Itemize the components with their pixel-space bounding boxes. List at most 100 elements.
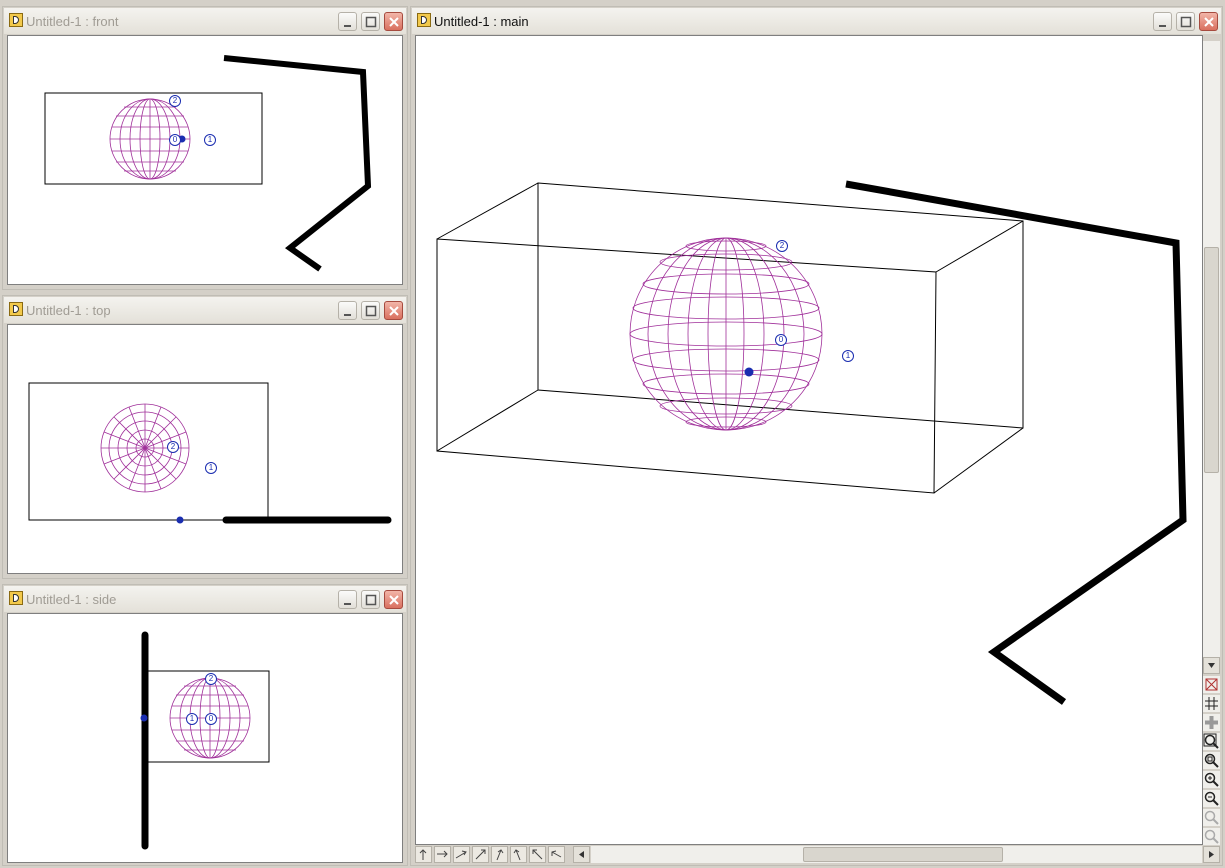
rotate-up-button[interactable] — [491, 846, 508, 863]
app-icon — [9, 302, 23, 316]
top-viewport[interactable]: 2 1 — [7, 324, 403, 574]
zoom-in-button[interactable] — [1203, 771, 1220, 788]
zoom-out-button[interactable] — [1203, 790, 1220, 807]
wireframe-sphere — [629, 237, 823, 431]
main-view-titlebar[interactable]: Untitled-1 : main — [412, 8, 1221, 34]
maximize-button[interactable] — [361, 301, 380, 320]
scroll-right-button[interactable] — [1203, 846, 1220, 863]
window-title: Untitled-1 : top — [26, 303, 111, 318]
zoom-in-icon — [1204, 772, 1219, 787]
move-diag-up-icon — [475, 849, 486, 860]
window-title: Untitled-1 : side — [26, 592, 117, 607]
move-right-button[interactable] — [434, 846, 451, 863]
front-scene — [44, 55, 372, 272]
zoom-fit-button[interactable] — [1203, 733, 1220, 750]
zoom-reset-button[interactable] — [1203, 809, 1220, 826]
close-button[interactable] — [384, 12, 403, 31]
move-left-button[interactable] — [548, 846, 565, 863]
motion-path — [223, 55, 372, 272]
point-label-2[interactable]: 2 — [169, 95, 181, 107]
bounding-box-3d — [436, 182, 1024, 494]
app-icon — [417, 13, 431, 27]
point-label-1[interactable]: 1 — [204, 134, 216, 146]
close-button[interactable] — [384, 590, 403, 609]
maximize-button[interactable] — [361, 12, 380, 31]
point-label-1[interactable]: 1 — [842, 350, 854, 362]
window-title: Untitled-1 : main — [434, 14, 529, 29]
close-button[interactable] — [1199, 12, 1218, 31]
chevron-left-icon — [579, 851, 584, 858]
maximize-icon — [1180, 16, 1192, 28]
top-view-window: Untitled-1 : top 2 1 — [2, 295, 408, 579]
main-viewport[interactable]: 2 0 1 — [415, 35, 1203, 845]
move-diag-right-button[interactable] — [453, 846, 470, 863]
chevron-right-icon — [1209, 851, 1214, 858]
pivot-handle[interactable] — [176, 516, 184, 524]
window-title: Untitled-1 : front — [26, 14, 119, 29]
side-scene — [140, 631, 270, 850]
maximize-button[interactable] — [361, 590, 380, 609]
maximize-icon — [365, 305, 377, 317]
side-viewport[interactable]: 2 1 0 — [7, 613, 403, 863]
rotate-up-icon — [496, 849, 504, 861]
crosshair-icon — [1205, 716, 1218, 729]
app-icon — [9, 13, 23, 27]
move-left-icon — [551, 850, 562, 858]
minimize-button[interactable] — [338, 12, 357, 31]
point-label-2[interactable]: 2 — [167, 441, 179, 453]
minimize-icon — [344, 25, 351, 27]
pivot-handle[interactable] — [744, 367, 754, 377]
minimize-button[interactable] — [338, 301, 357, 320]
minimize-icon — [344, 314, 351, 316]
horizontal-scrollbar[interactable] — [591, 846, 1202, 863]
maximize-icon — [365, 16, 377, 28]
point-label-2[interactable]: 2 — [776, 240, 788, 252]
front-view-window: Untitled-1 : front 2 0 1 — [2, 6, 408, 290]
move-up-button[interactable] — [415, 846, 432, 863]
scroll-down-button[interactable] — [1203, 657, 1220, 674]
side-view-titlebar[interactable]: Untitled-1 : side — [4, 586, 406, 612]
close-icon — [389, 17, 399, 27]
pivot-handle[interactable] — [140, 714, 148, 722]
move-diag-up-button[interactable] — [472, 846, 489, 863]
point-label-1[interactable]: 1 — [186, 713, 198, 725]
scroll-left-button[interactable] — [573, 846, 590, 863]
main-view-window: Untitled-1 : main 2 0 1 — [410, 6, 1223, 866]
close-icon — [389, 306, 399, 316]
grid-button[interactable] — [1203, 695, 1220, 712]
point-label-0[interactable]: 0 — [169, 134, 181, 146]
move-up-icon — [419, 849, 427, 860]
zoom-region-button[interactable] — [1203, 752, 1220, 769]
rotate-side-button[interactable] — [510, 846, 527, 863]
point-label-0[interactable]: 0 — [775, 334, 787, 346]
front-view-titlebar[interactable]: Untitled-1 : front — [4, 8, 406, 34]
crosshair-button[interactable] — [1203, 714, 1220, 731]
wireframe-toggle-button[interactable] — [1203, 676, 1220, 693]
move-right-icon — [437, 850, 448, 858]
top-scene — [28, 382, 392, 524]
zoom-reset-icon — [1204, 810, 1219, 825]
front-viewport[interactable]: 2 0 1 — [7, 35, 403, 285]
point-label-2[interactable]: 2 — [205, 673, 217, 685]
minimize-button[interactable] — [1153, 12, 1172, 31]
close-icon — [389, 595, 399, 605]
main-scene — [436, 180, 1187, 705]
vertical-scroll-thumb[interactable] — [1204, 247, 1219, 473]
close-icon — [1204, 17, 1214, 27]
point-label-1[interactable]: 1 — [205, 462, 217, 474]
minimize-button[interactable] — [338, 590, 357, 609]
vertical-scrollbar[interactable] — [1203, 41, 1220, 669]
zoom-region-icon — [1204, 753, 1219, 768]
move-diag-right-icon — [455, 850, 467, 859]
grid-icon — [1205, 697, 1218, 710]
close-button[interactable] — [384, 301, 403, 320]
zoom-all-button[interactable] — [1203, 828, 1220, 845]
minimize-icon — [344, 603, 351, 605]
maximize-button[interactable] — [1176, 12, 1195, 31]
zoom-all-icon — [1204, 829, 1219, 844]
top-view-titlebar[interactable]: Untitled-1 : top — [4, 297, 406, 323]
horizontal-scroll-thumb[interactable] — [803, 847, 1003, 862]
move-diag-left-button[interactable] — [529, 846, 546, 863]
zoom-fit-icon — [1203, 733, 1219, 749]
point-label-0[interactable]: 0 — [205, 713, 217, 725]
